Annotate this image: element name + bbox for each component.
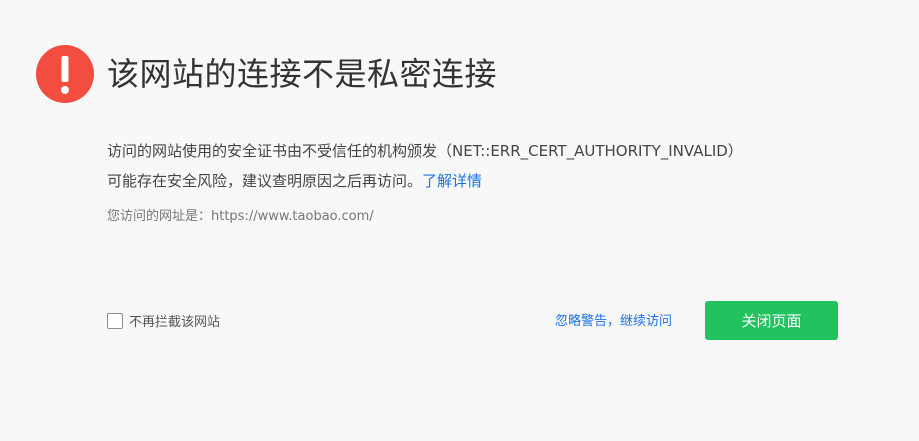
exclamation-warning-icon	[36, 45, 94, 103]
description-line-1: 访问的网站使用的安全证书由不受信任的机构颁发（NET::ERR_CERT_AUT…	[107, 142, 743, 160]
learn-more-link[interactable]: 了解详情	[422, 172, 482, 190]
description-line-2: 可能存在安全风险，建议查明原因之后再访问。了解详情	[107, 166, 887, 196]
dont-block-checkbox[interactable]	[107, 312, 123, 329]
dont-block-checkbox-label[interactable]: 不再拦截该网站	[129, 311, 220, 330]
description-line-2-text: 可能存在安全风险，建议查明原因之后再访问。	[107, 172, 423, 190]
close-page-button[interactable]: 关闭页面	[705, 301, 838, 340]
ignore-warning-link[interactable]: 忽略警告，继续访问	[555, 312, 672, 332]
visited-url-text: 您访问的网址是：https://www.taobao.com/	[107, 209, 374, 224]
dont-block-site-option[interactable]: 不再拦截该网站	[107, 311, 220, 330]
security-warning-page: 该网站的连接不是私密连接 访问的网站使用的安全证书由不受信任的机构颁发（NET:…	[0, 0, 919, 441]
page-title: 该网站的连接不是私密连接	[107, 55, 498, 93]
warning-description: 访问的网站使用的安全证书由不受信任的机构颁发（NET::ERR_CERT_AUT…	[107, 136, 887, 196]
